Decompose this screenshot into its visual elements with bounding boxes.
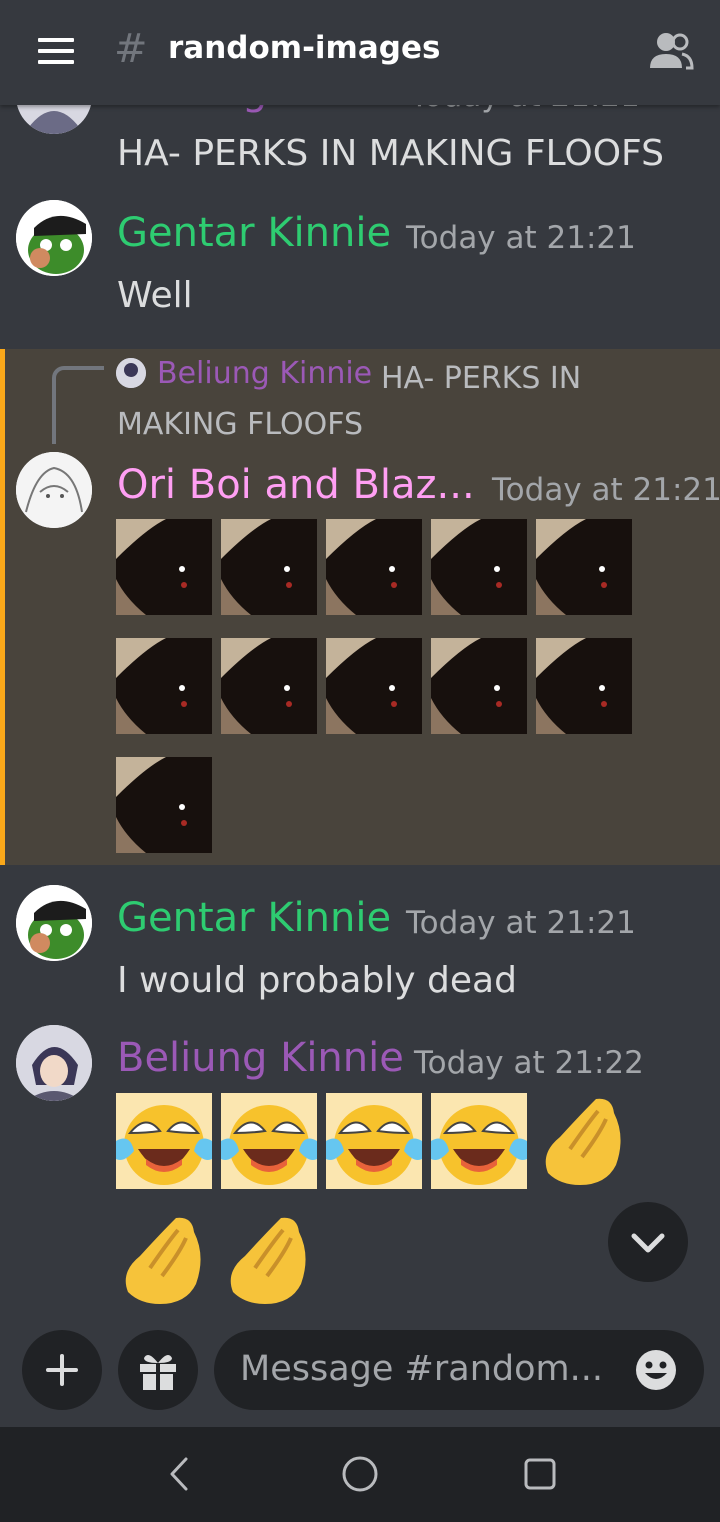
gift-button[interactable] [118, 1330, 198, 1410]
avatar[interactable] [16, 452, 92, 528]
timestamp: Today at 21:21 [406, 905, 636, 941]
timestamp: Today at 21:22 [414, 1045, 644, 1081]
menu-icon[interactable] [38, 38, 74, 64]
emoji-picker-icon[interactable] [635, 1349, 677, 1391]
message-input-placeholder: Message #random... [240, 1349, 603, 1389]
image-attachment[interactable] [431, 519, 527, 615]
author-name[interactable]: Ori Boi and Blaz... [117, 462, 475, 508]
author-name[interactable]: Gentar Kinnie [117, 895, 391, 941]
timestamp: Today at 21:21 [406, 220, 636, 256]
image-attachment[interactable] [326, 519, 422, 615]
image-attachment[interactable] [116, 638, 212, 734]
avatar[interactable] [16, 200, 92, 276]
image-attachment[interactable] [116, 757, 212, 853]
laughing-crying-emoji[interactable] [221, 1093, 317, 1189]
reply-author[interactable]: Beliung Kinnie [157, 356, 372, 391]
message-list[interactable]: Beliung Kinnie Today at 21:21 HA- PERKS … [0, 0, 720, 1330]
channel-header: # random-images [0, 0, 720, 105]
pinched-fingers-emoji[interactable] [116, 1212, 212, 1308]
avatar[interactable] [16, 1025, 92, 1101]
image-attachment[interactable] [116, 519, 212, 615]
channel-hash-icon: # [114, 26, 148, 72]
image-attachment[interactable] [431, 638, 527, 734]
channel-title[interactable]: random-images [168, 30, 440, 66]
image-attachment[interactable] [221, 519, 317, 615]
back-icon[interactable] [164, 1455, 194, 1493]
image-attachment[interactable] [536, 638, 632, 734]
laughing-crying-emoji[interactable] [116, 1093, 212, 1189]
message-gentar-2: Gentar Kinnie Today at 21:21 I would pro… [0, 875, 720, 1015]
plus-icon [46, 1354, 78, 1386]
reply-connector [52, 366, 104, 444]
system-navigation-bar [0, 1427, 720, 1522]
pinched-fingers-emoji[interactable] [221, 1212, 317, 1308]
pinched-fingers-emoji[interactable] [536, 1093, 632, 1189]
add-attachment-button[interactable] [22, 1330, 102, 1410]
author-name[interactable]: Gentar Kinnie [117, 210, 391, 256]
message-beliung-2: Beliung Kinnie Today at 21:22 [0, 1015, 720, 1330]
message-gentar-1: Gentar Kinnie Today at 21:21 Well [0, 190, 720, 345]
laughing-crying-emoji[interactable] [431, 1093, 527, 1189]
image-attachment[interactable] [326, 638, 422, 734]
jump-to-bottom-button[interactable] [608, 1202, 688, 1282]
recents-icon[interactable] [522, 1456, 558, 1492]
home-icon[interactable] [340, 1454, 380, 1494]
chevron-down-icon [631, 1233, 665, 1253]
message-text: Well [117, 275, 193, 316]
timestamp: Today at 21:21 [492, 472, 720, 508]
message-text: I would probably dead [117, 960, 517, 1001]
laughing-crying-emoji[interactable] [326, 1093, 422, 1189]
image-attachment[interactable] [536, 519, 632, 615]
members-icon[interactable] [648, 30, 694, 70]
gift-icon [140, 1354, 176, 1390]
image-attachment[interactable] [221, 638, 317, 734]
author-name[interactable]: Beliung Kinnie [117, 1035, 404, 1081]
avatar[interactable] [16, 885, 92, 961]
message-text: HA- PERKS IN MAKING FLOOFS [117, 133, 664, 174]
